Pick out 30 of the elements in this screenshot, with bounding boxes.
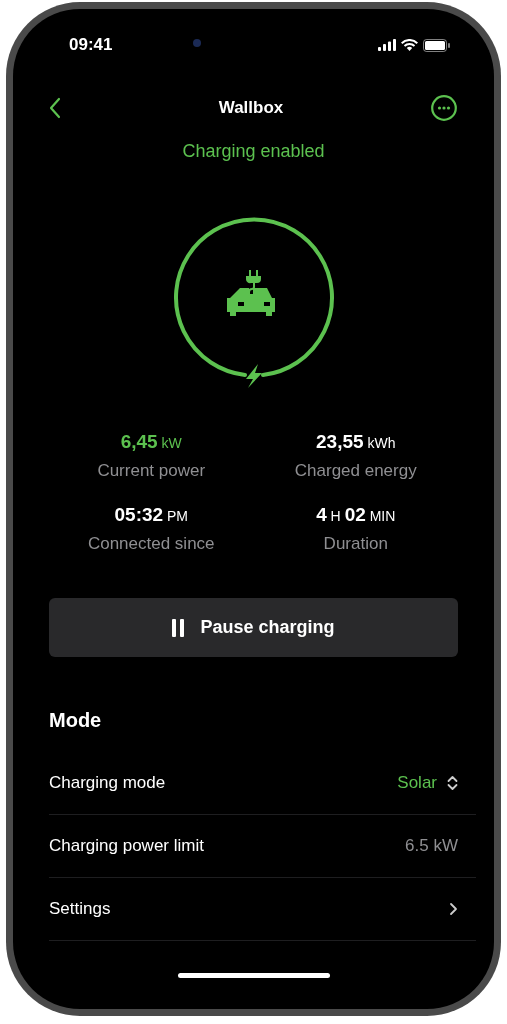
charging-status: Charging enabled: [182, 140, 325, 163]
section-title: Mode: [49, 709, 102, 731]
settings-row[interactable]: Charging mode Solar: [49, 752, 476, 815]
screen-title: Wallbox: [218, 97, 284, 120]
up-down-chevron-icon: [447, 775, 458, 791]
signal-icon: [378, 39, 396, 51]
status-time: 09:41: [69, 34, 113, 57]
car-plug-icon: [226, 270, 275, 316]
settings-row[interactable]: Charging power limit 6.5 kW: [49, 815, 476, 878]
battery-icon: [423, 38, 450, 52]
stat-value: 23,55 kWh: [316, 430, 396, 454]
more-icon: [431, 95, 457, 121]
settings-row[interactable]: Settings: [49, 878, 476, 941]
stat-label: Duration: [323, 532, 388, 555]
back-icon: [49, 97, 61, 119]
stat-value: 4 H 02 MIN: [316, 502, 396, 527]
stat-value: 05:32 PM: [114, 502, 188, 527]
stat-label: Connected since: [87, 532, 215, 555]
chevron-right-icon: [449, 902, 458, 916]
row-value: 6.5 kW: [405, 835, 458, 858]
pause-charging-button[interactable]: Pause charging: [49, 598, 458, 657]
pause-icon: [172, 618, 185, 637]
wifi-icon: [401, 39, 418, 51]
stat-value: 6,45 kW: [120, 430, 182, 454]
row-value: Solar: [397, 772, 437, 795]
stat-label: Charged energy: [294, 460, 417, 482]
more-button[interactable]: [431, 95, 457, 121]
bolt-icon: [245, 364, 262, 388]
camera-icon: [193, 39, 201, 47]
stat-label: Current power: [97, 460, 206, 482]
